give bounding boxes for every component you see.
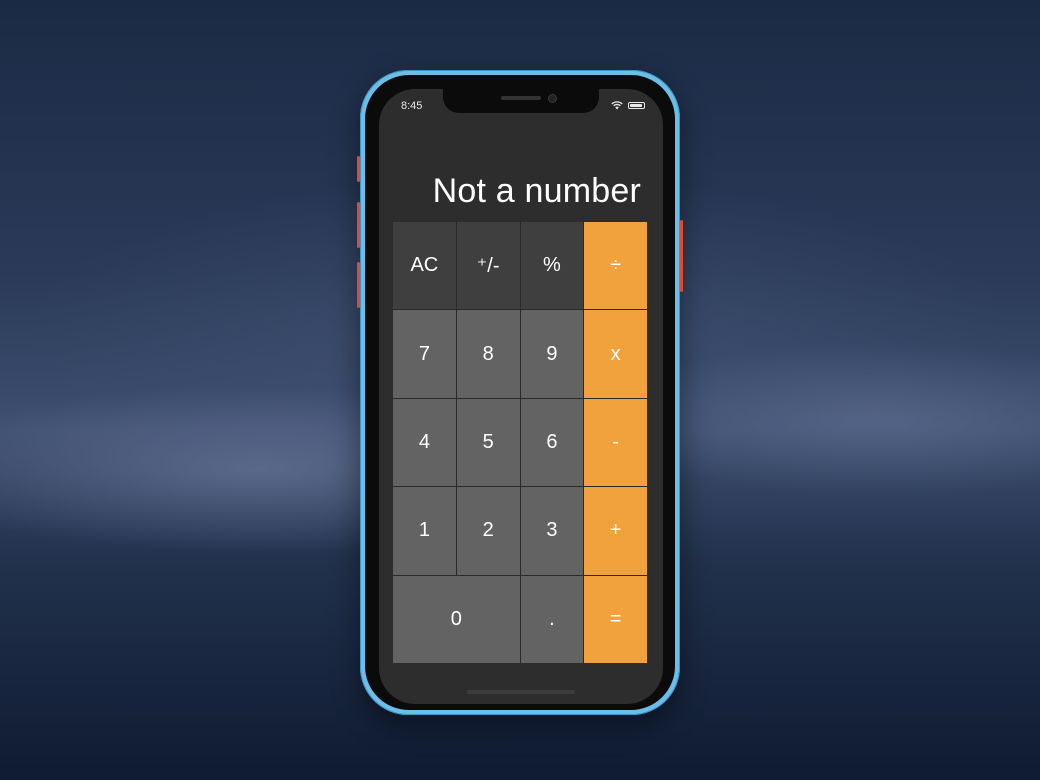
add-button[interactable]: + — [584, 487, 647, 575]
speaker-icon — [501, 96, 541, 100]
notch — [443, 89, 599, 113]
keypad: AC ⁺/- % ÷ 7 8 9 x 4 5 6 - 1 2 3 + 0 . = — [393, 222, 647, 663]
status-time: 8:45 — [401, 100, 423, 112]
subtract-button[interactable]: - — [584, 398, 647, 487]
percent-button[interactable]: % — [520, 222, 584, 310]
digit-8-button[interactable]: 8 — [456, 310, 520, 398]
phone-bezel: 8:45 Not a number AC ⁺/- % ÷ 7 8 9 x 4 5… — [365, 75, 675, 710]
digit-1-button[interactable]: 1 — [393, 487, 456, 575]
calculator-screen: 8:45 Not a number AC ⁺/- % ÷ 7 8 9 x 4 5… — [379, 89, 663, 704]
digit-2-button[interactable]: 2 — [456, 487, 520, 575]
sign-toggle-button[interactable]: ⁺/- — [456, 222, 520, 310]
battery-icon — [628, 102, 645, 109]
camera-icon — [549, 95, 556, 102]
digit-4-button[interactable]: 4 — [393, 398, 456, 487]
digit-6-button[interactable]: 6 — [520, 398, 584, 487]
digit-9-button[interactable]: 9 — [520, 310, 584, 398]
divide-button[interactable]: ÷ — [584, 222, 647, 310]
phone-frame: 8:45 Not a number AC ⁺/- % ÷ 7 8 9 x 4 5… — [357, 70, 683, 715]
digit-7-button[interactable]: 7 — [393, 310, 456, 398]
volume-up-button — [357, 202, 360, 248]
calculator-display: Not a number — [432, 172, 641, 210]
clear-button[interactable]: AC — [393, 222, 456, 310]
mute-switch — [357, 156, 360, 182]
volume-down-button — [357, 262, 360, 308]
wifi-icon — [611, 101, 623, 110]
decimal-button[interactable]: . — [520, 575, 584, 663]
power-button — [680, 220, 683, 292]
equals-button[interactable]: = — [584, 575, 647, 663]
digit-3-button[interactable]: 3 — [520, 487, 584, 575]
multiply-button[interactable]: x — [584, 310, 647, 398]
home-indicator[interactable] — [467, 690, 575, 694]
digit-0-button[interactable]: 0 — [393, 575, 520, 663]
status-icons — [611, 101, 645, 110]
digit-5-button[interactable]: 5 — [456, 398, 520, 487]
